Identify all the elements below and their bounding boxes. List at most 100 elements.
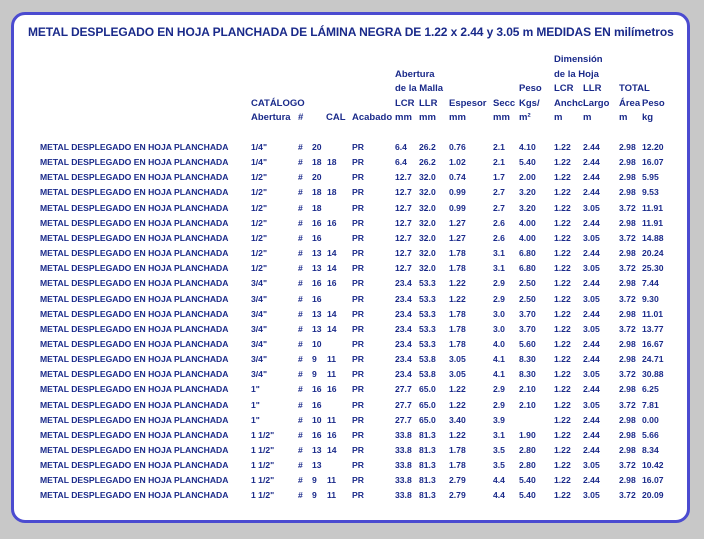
cell-producto: METAL DESPLEGADO EN HOJA PLANCHADA [40, 248, 229, 259]
cell-lcr: 6.4 [395, 157, 407, 168]
cell-largo: 3.05 [583, 369, 600, 380]
cell-producto: METAL DESPLEGADO EN HOJA PLANCHADA [40, 475, 229, 486]
cell-ancho: 1.22 [554, 475, 571, 486]
cell-producto: METAL DESPLEGADO EN HOJA PLANCHADA [40, 172, 229, 183]
cell-acabado: PR [352, 263, 364, 274]
cell-cal1: 16 [312, 278, 322, 289]
cell-abertura: 1 1/2" [251, 445, 275, 455]
cell-largo: 2.44 [583, 278, 600, 289]
cell-area: 2.98 [619, 157, 636, 168]
cell-abertura: 1/2" [251, 172, 268, 183]
cell-area: 3.72 [619, 263, 636, 274]
cell-llr: 53.3 [419, 293, 436, 304]
cell-acabado: PR [352, 202, 364, 213]
cell-ancho: 1.22 [554, 490, 571, 501]
cell-num: # [298, 445, 303, 455]
header-espesor-mm: mm [449, 112, 466, 123]
cell-cal1: 16 [312, 293, 322, 304]
cell-espesor: 1.78 [449, 445, 466, 455]
cell-lcr: 27.7 [395, 414, 412, 425]
cell-lcr: 12.7 [395, 217, 412, 228]
cell-producto: METAL DESPLEGADO EN HOJA PLANCHADA [40, 293, 229, 304]
cell-peso-total: 5.66 [642, 429, 659, 440]
cell-peso-total: 24.71 [642, 354, 664, 365]
cell-lcr: 12.7 [395, 202, 412, 213]
header-peso: Peso [519, 83, 542, 94]
cell-llr: 32.0 [419, 202, 436, 213]
cell-producto: METAL DESPLEGADO EN HOJA PLANCHADA [40, 232, 229, 243]
cell-peso: 5.40 [519, 475, 536, 486]
cell-abertura: 3/4" [251, 369, 268, 380]
cell-producto: METAL DESPLEGADO EN HOJA PLANCHADA [40, 490, 229, 501]
cell-largo: 3.05 [583, 202, 600, 213]
header-espesor: Espesor [449, 98, 487, 109]
cell-producto: METAL DESPLEGADO EN HOJA PLANCHADA [40, 157, 229, 168]
cell-ancho: 1.22 [554, 414, 571, 425]
cell-peso-total: 16.07 [642, 475, 664, 486]
cell-peso: 2.10 [519, 384, 536, 395]
cell-llr: 53.3 [419, 308, 436, 319]
cell-producto: METAL DESPLEGADO EN HOJA PLANCHADA [40, 354, 229, 365]
cell-peso-total: 9.53 [642, 187, 659, 198]
cell-acabado: PR [352, 414, 364, 425]
cell-acabado: PR [352, 323, 364, 334]
cell-num: # [298, 157, 303, 168]
header-anchc: Anchc [554, 98, 584, 109]
cell-num: # [298, 490, 303, 501]
cell-secc: 3.1 [493, 248, 505, 259]
cell-producto: METAL DESPLEGADO EN HOJA PLANCHADA [40, 202, 229, 213]
cell-cal2: 18 [327, 157, 337, 168]
cell-num: # [298, 460, 303, 471]
cell-espesor: 3.05 [449, 369, 466, 380]
cell-espesor: 1.22 [449, 429, 466, 440]
cell-cal1: 16 [312, 384, 322, 395]
cell-area: 2.98 [619, 142, 636, 152]
cell-espesor: 1.78 [449, 308, 466, 319]
cell-llr: 32.0 [419, 248, 436, 259]
cell-acabado: PR [352, 172, 364, 183]
cell-producto: METAL DESPLEGADO EN HOJA PLANCHADA [40, 414, 229, 425]
cell-largo: 2.44 [583, 172, 600, 183]
cell-cal1: 13 [312, 248, 322, 259]
cell-peso: 3.20 [519, 187, 536, 198]
header-catalogo: CATÁLOGO [251, 98, 305, 109]
cell-acabado: PR [352, 187, 364, 198]
cell-abertura: 1/2" [251, 202, 268, 213]
header-secc: Secc [493, 98, 516, 109]
cell-largo: 2.44 [583, 384, 600, 395]
cell-llr: 32.0 [419, 187, 436, 198]
cell-num: # [298, 339, 303, 349]
cell-cal1: 13 [312, 308, 322, 319]
cell-cal1: 20 [312, 142, 322, 152]
cell-lcr: 27.7 [395, 384, 412, 395]
cell-peso: 6.80 [519, 248, 536, 259]
cell-espesor: 1.02 [449, 157, 466, 168]
cell-largo: 3.05 [583, 399, 600, 410]
cell-lcr: 33.8 [395, 490, 412, 501]
cell-espesor: 3.05 [449, 354, 466, 365]
cell-secc: 3.0 [493, 323, 505, 334]
cell-espesor: 1.78 [449, 323, 466, 334]
cell-producto: METAL DESPLEGADO EN HOJA PLANCHADA [40, 339, 229, 349]
cell-acabado: PR [352, 354, 364, 365]
cell-peso: 2.50 [519, 278, 536, 289]
cell-largo: 3.05 [583, 460, 600, 471]
cell-espesor: 1.22 [449, 278, 466, 289]
cell-largo: 2.44 [583, 308, 600, 319]
cell-lcr: 6.4 [395, 142, 407, 152]
cell-peso: 4.10 [519, 142, 536, 152]
cell-peso-total: 8.34 [642, 445, 659, 455]
header-m2: m² [519, 112, 531, 123]
cell-area: 2.98 [619, 354, 636, 365]
cell-lcr: 33.8 [395, 429, 412, 440]
cell-lcr: 23.4 [395, 308, 412, 319]
cell-peso: 8.30 [519, 354, 536, 365]
header-area-m: m [619, 112, 628, 123]
cell-secc: 4.1 [493, 369, 505, 380]
cell-cal1: 18 [312, 157, 322, 168]
cell-largo: 3.05 [583, 293, 600, 304]
cell-cal2: 11 [327, 490, 337, 501]
cell-producto: METAL DESPLEGADO EN HOJA PLANCHADA [40, 263, 229, 274]
cell-secc: 4.0 [493, 339, 505, 349]
header-kgs: Kgs/ [519, 98, 540, 109]
